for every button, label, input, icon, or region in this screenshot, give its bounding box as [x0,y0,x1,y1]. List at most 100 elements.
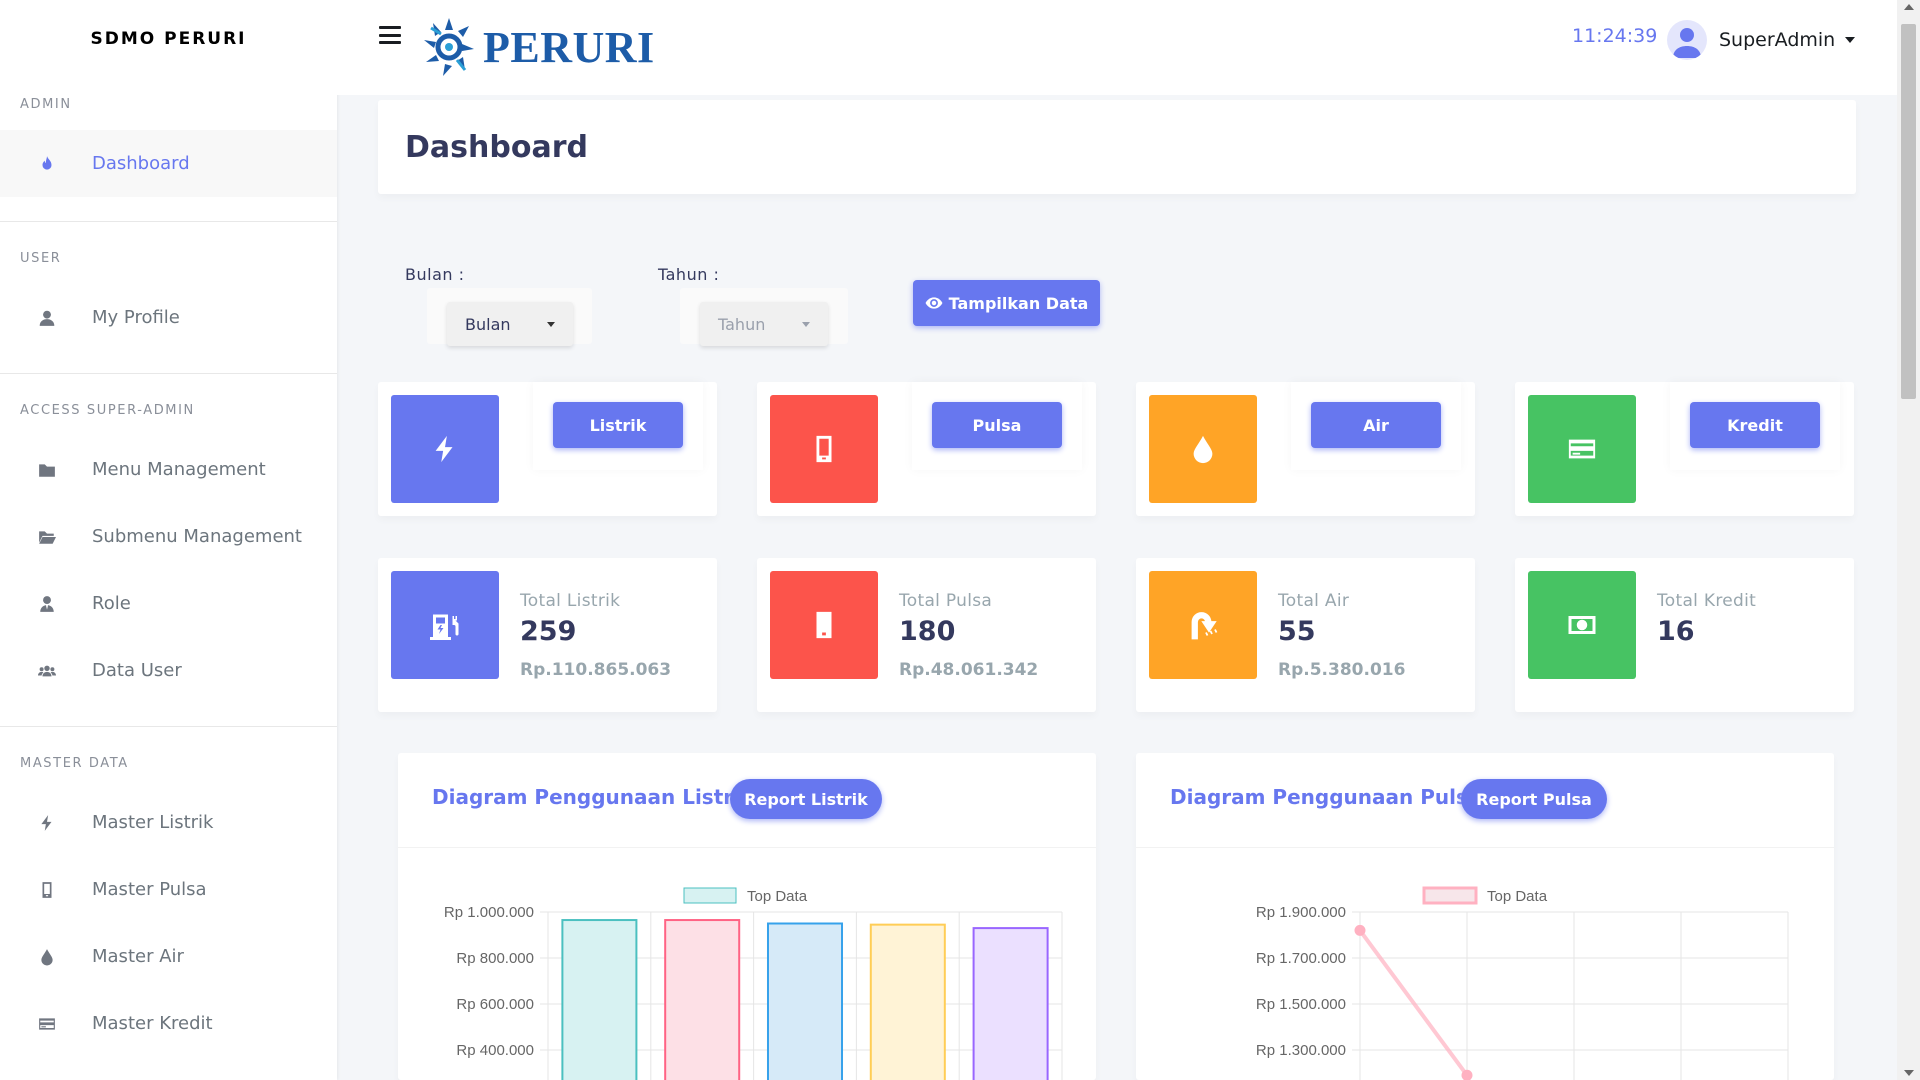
y-tick-label: Rp 1.000.000 [444,904,534,921]
clock: 11:24:39 [1572,25,1658,47]
stat-icon-box [391,571,499,679]
sidebar-header: MASTER DATA [20,755,129,771]
sidebar-item-label: My Profile [92,307,180,328]
listrik-button-label: Listrik [589,415,647,435]
bulan-select[interactable]: Bulan [447,302,573,346]
chart-header: Diagram Penggunaan Listrik Report Listri… [398,753,1096,848]
logo-text: PERURI [483,22,655,72]
chart-card-listrik: Diagram Penggunaan Listrik Report Listri… [398,753,1096,1080]
y-tick-label: Rp 1.900.000 [1256,904,1346,921]
y-tick-label: Rp 1.300.000 [1256,1042,1346,1059]
avatar [1667,20,1707,60]
stat-icon-box [1149,571,1257,679]
shower-icon [1191,612,1218,640]
chart-header: Diagram Penggunaan Pulsa Report Pulsa [1136,753,1834,848]
credit-card-icon [36,1013,58,1035]
stat-amount: Rp.110.865.063 [520,660,672,680]
stat-amount: Rp.48.061.342 [899,660,1039,680]
credit-card-icon [1568,439,1596,459]
charging-station-icon [430,614,459,640]
listrik-bar-chart: Top Data Rp 1.000.000 Rp 800.000 Rp 600.000… [444,887,1063,1080]
stat-amount: Rp.5.380.016 [1278,660,1406,680]
tint-icon [36,946,58,968]
bar [561,919,638,1080]
dropdown-arrow-icon [802,322,810,327]
sidebar-item-label: Data User [92,660,182,681]
sidebar-item-master-listrik[interactable]: Master Listrik [0,789,337,856]
pulsa-line-chart: Top Data Rp 1.900.000 Rp 1.700.000 Rp 1.500… [1256,886,1789,1080]
y-tick-label: Rp 800.000 [456,950,534,967]
sidebar-item-master-pulsa[interactable]: Master Pulsa [0,856,337,923]
legend-label: Top Data [747,888,808,905]
scrollbar[interactable] [1897,0,1920,1080]
sidebar-item-master-kredit[interactable]: Master Kredit [0,990,337,1057]
sidebar-item-dashboard[interactable]: Dashboard [0,130,337,197]
category-card-kredit: Kredit [1515,382,1854,516]
category-card-air: Air [1136,382,1475,516]
eye-icon [925,297,943,309]
sidebar-section-access: ACCESS SUPER-ADMIN Menu Management Subme… [0,384,337,727]
bolt-icon [435,435,453,463]
sidebar-item-submenu-management[interactable]: Submenu Management [0,503,337,570]
sidebar-item-menu-management[interactable]: Menu Management [0,436,337,503]
sidebar-section-admin: ADMIN Dashboard [0,78,337,222]
chevron-down-icon [1845,37,1856,43]
mobile-icon [36,879,58,901]
sidebar-section-master: MASTER DATA Master Listrik Master Pulsa … [0,737,337,1057]
tampilkan-data-button[interactable]: Tampilkan Data [913,280,1100,326]
sidebar-brand[interactable]: SDMO PERURI [0,0,337,78]
logo[interactable]: PERURI [421,14,655,80]
section-header: Dashboard [378,100,1856,194]
category-card-listrik: Listrik [378,382,717,516]
stat-icon-box [770,571,878,679]
bulan-select-value: Bulan [465,314,511,334]
sidebar-item-my-profile[interactable]: My Profile [0,284,337,351]
stat-card-air: Total Air 55 Rp.5.380.016 [1136,558,1475,712]
stat-value: 180 [899,616,956,647]
sidebar-item-master-air[interactable]: Master Air [0,923,337,990]
legend-swatch [1422,886,1478,905]
money-bill-icon [1568,616,1596,634]
chart-title: Diagram Penggunaan Listrik [432,785,754,809]
sidebar-item-label: Master Kredit [92,1013,213,1034]
folder-icon [36,459,58,481]
tint-icon [1193,435,1213,464]
tahun-select[interactable]: Tahun [700,302,828,346]
kredit-button[interactable]: Kredit [1690,402,1820,448]
air-button[interactable]: Air [1311,402,1441,448]
menu-toggle-icon[interactable] [379,26,401,44]
report-listrik-button[interactable]: Report Listrik [730,779,882,819]
report-pulsa-button[interactable]: Report Pulsa [1461,779,1607,819]
stat-value: 259 [520,616,577,647]
mobile-icon [816,435,832,463]
air-button-label: Air [1363,415,1389,435]
scroll-up-icon[interactable] [1904,4,1914,10]
y-tick-label: Rp 400.000 [456,1042,534,1059]
sidebar-item-data-user[interactable]: Data User [0,637,337,704]
sidebar-item-role[interactable]: Role [0,570,337,637]
stat-value: 16 [1657,616,1695,647]
user-dropdown[interactable]: SuperAdmin [1667,20,1856,60]
listrik-button[interactable]: Listrik [553,402,683,448]
sidebar-item-label: Master Air [92,946,184,967]
chart-title: Diagram Penggunaan Pulsa [1170,785,1482,809]
logo-emblem-icon [424,18,474,76]
legend-label: Top Data [1487,888,1548,905]
tahun-select-value: Tahun [718,314,766,334]
sidebar-item-label: Master Pulsa [92,879,207,900]
user-avatar-icon [1673,28,1701,58]
series-line [1358,929,1469,1077]
sidebar-header: USER [20,250,62,266]
stat-label: Total Listrik [520,591,621,611]
stat-label: Total Air [1278,591,1350,611]
scroll-thumb[interactable] [1901,24,1916,399]
users-icon [36,660,58,682]
kredit-button-label: Kredit [1727,415,1783,435]
sidebar-item-label: Master Listrik [92,812,214,833]
tahun-label: Tahun : [658,265,720,284]
folder-open-icon [36,526,58,548]
pulsa-button[interactable]: Pulsa [932,402,1062,448]
category-icon-box [1528,395,1636,503]
scroll-down-icon[interactable] [1904,1070,1914,1076]
user-name: SuperAdmin [1719,29,1836,51]
